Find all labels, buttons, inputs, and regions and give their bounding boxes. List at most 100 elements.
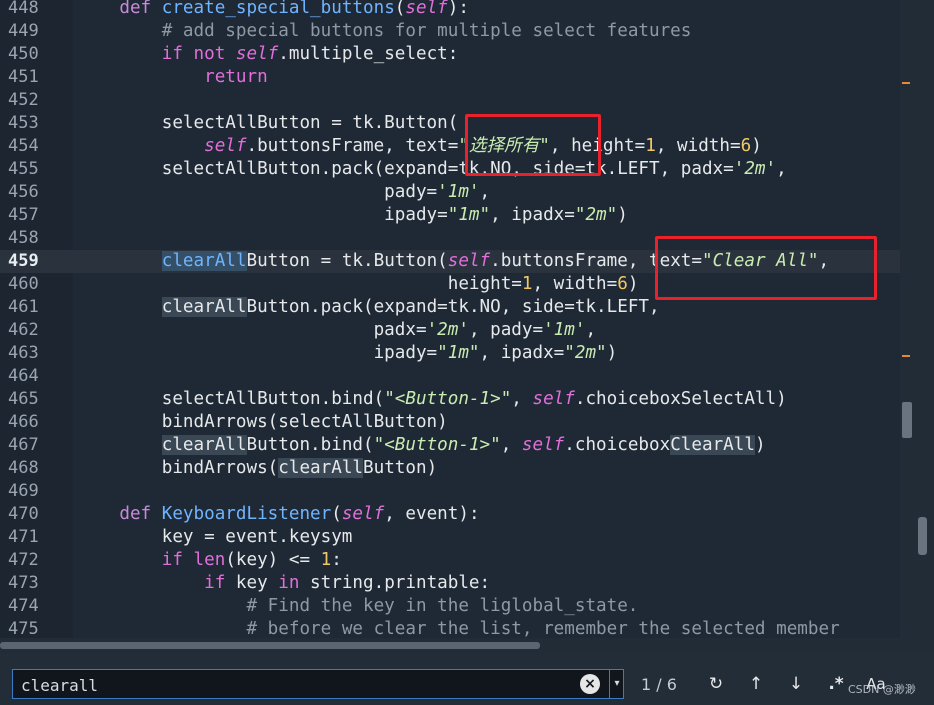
code-line[interactable]: 461 clearAllButton.pack(expand=tk.NO, si… xyxy=(0,296,900,319)
code-line[interactable]: 451 return xyxy=(0,66,900,89)
code-line[interactable]: 458 xyxy=(0,227,900,250)
regex-icon[interactable]: .* xyxy=(822,670,850,698)
code-line[interactable]: 463 ipady="1m", ipadx="2m") xyxy=(0,342,900,365)
code-line[interactable]: 464 xyxy=(0,365,900,388)
code-token: ) xyxy=(606,343,618,363)
code-line[interactable]: 456 pady='1m', xyxy=(0,181,900,204)
code-line[interactable]: 468 bindArrows(clearAllButton) xyxy=(0,457,900,480)
code-token: bindArrows(selectAllButton) xyxy=(77,412,448,432)
code-token: "2m" xyxy=(564,343,607,363)
replace-icon[interactable]: ↻ xyxy=(702,670,730,698)
code-line[interactable]: 454 self.buttonsFrame, text="选择所有", heig… xyxy=(0,135,900,158)
line-number: 471 xyxy=(8,527,39,547)
code-line[interactable]: 452 xyxy=(0,89,900,112)
code-text: clearAllButton.bind("<Button-1>", self.c… xyxy=(77,434,766,457)
scrollbar-corner xyxy=(900,638,934,654)
code-line[interactable]: 455 selectAllButton.pack(expand=tk.NO, s… xyxy=(0,158,900,181)
code-token: .buttonsFrame, text= xyxy=(490,251,702,271)
code-token: self xyxy=(204,136,247,156)
scrollbar-thumb[interactable] xyxy=(918,517,927,555)
code-line[interactable]: 465 selectAllButton.bind("<Button-1>", s… xyxy=(0,388,900,411)
overview-thumb[interactable] xyxy=(902,402,912,438)
code-token: clearAll xyxy=(161,297,247,317)
code-token: Button) xyxy=(363,458,438,478)
code-token: , xyxy=(818,251,830,271)
find-next-icon[interactable]: ↓ xyxy=(782,670,810,698)
code-line[interactable]: 457 ipady="1m", ipadx="2m") xyxy=(0,204,900,227)
code-text: height=1, width=6) xyxy=(77,273,639,296)
code-text: pady='1m', xyxy=(77,181,490,204)
vertical-scrollbar[interactable] xyxy=(900,0,934,638)
find-previous-icon[interactable]: ↑ xyxy=(742,670,770,698)
code-token: .choicebox xyxy=(564,435,671,455)
code-text: # Find the key in the liglobal_state. xyxy=(77,595,638,618)
line-number: 472 xyxy=(8,550,39,570)
code-token: .multiple_select: xyxy=(278,44,459,64)
code-line[interactable]: 475 # before we clear the list, remember… xyxy=(0,618,900,638)
code-token: Button = tk.Button( xyxy=(246,251,448,271)
search-history-dropdown-icon[interactable]: ▾ xyxy=(609,670,624,698)
code-editor[interactable]: 448 def create_special_buttons(self): 449… xyxy=(0,0,900,638)
code-line[interactable]: 462 padx='2m', pady='1m', xyxy=(0,319,900,342)
code-line[interactable]: 449 # add special buttons for multiple s… xyxy=(0,20,900,43)
clear-search-icon[interactable]: × xyxy=(580,674,600,694)
code-line[interactable]: 453 selectAllButton = tk.Button( xyxy=(0,112,900,135)
scroll-marker xyxy=(902,82,910,84)
code-token: if xyxy=(204,573,236,593)
code-token: , ipadx= xyxy=(479,343,565,363)
code-area[interactable]: 448 def create_special_buttons(self): 449… xyxy=(0,0,900,638)
code-token: "2m" xyxy=(574,205,618,225)
code-text: self.buttonsFrame, text="选择所有", height=1… xyxy=(77,135,762,158)
code-token: , xyxy=(585,320,597,340)
horizontal-scrollbar-thumb[interactable] xyxy=(0,642,540,649)
line-number: 450 xyxy=(8,44,39,64)
code-line[interactable]: 471 key = event.keysym xyxy=(0,526,900,549)
code-line[interactable]: 473 if key in string.printable: xyxy=(0,572,900,595)
code-text: ipady="1m", ipadx="2m") xyxy=(77,204,628,227)
code-token: selectAllButton.pack(expand=tk.NO, side=… xyxy=(77,159,734,179)
find-input[interactable] xyxy=(19,672,573,698)
code-line[interactable]: 467 clearAllButton.bind("<Button-1>", se… xyxy=(0,434,900,457)
find-input-container[interactable]: × ▾ xyxy=(12,669,624,699)
code-text: selectAllButton.pack(expand=tk.NO, side=… xyxy=(77,158,787,181)
code-line[interactable]: 450 if not self.multiple_select: xyxy=(0,43,900,66)
code-token: ( xyxy=(394,0,406,18)
line-number: 463 xyxy=(8,343,39,363)
code-text: clearAllButton.pack(expand=tk.NO, side=t… xyxy=(77,296,660,319)
code-token: , event): xyxy=(384,504,480,524)
code-token: self xyxy=(341,504,385,524)
code-token: "1m" xyxy=(437,343,480,363)
code-line[interactable]: 460 height=1, width=6) xyxy=(0,273,900,296)
code-line[interactable]: 459 clearAllButton = tk.Button(self.butt… xyxy=(0,250,900,273)
code-token: len xyxy=(193,550,226,570)
code-line[interactable]: 470 def KeyboardListener(self, event): xyxy=(0,503,900,526)
code-line[interactable]: 466 bindArrows(selectAllButton) xyxy=(0,411,900,434)
code-token: "Clear All" xyxy=(702,251,819,271)
line-number: 466 xyxy=(8,412,39,432)
code-text: # add special buttons for multiple selec… xyxy=(77,20,692,43)
code-line[interactable]: 448 def create_special_buttons(self): xyxy=(0,0,900,20)
line-number: 448 xyxy=(8,0,39,18)
code-line[interactable]: 474 # Find the key in the liglobal_state… xyxy=(0,595,900,618)
code-token: KeyboardListener xyxy=(161,504,332,524)
horizontal-scrollbar[interactable] xyxy=(0,638,900,654)
code-token: , width= xyxy=(655,136,741,156)
code-token: Button.bind( xyxy=(246,435,374,455)
code-token: bindArrows( xyxy=(77,458,279,478)
code-token: if not xyxy=(161,44,236,64)
line-number: 459 xyxy=(8,251,39,271)
line-number: 453 xyxy=(8,113,39,133)
code-token: "<Button-1>" xyxy=(384,389,512,409)
watermark: CSDN @渺渺 xyxy=(848,683,916,696)
code-token: pady= xyxy=(77,182,438,202)
code-line[interactable]: 472 if len(key) <= 1: xyxy=(0,549,900,572)
code-token: clearAll xyxy=(278,458,364,478)
code-text: padx='2m', pady='1m', xyxy=(77,319,596,342)
code-line[interactable]: 469 xyxy=(0,480,900,503)
code-token: return xyxy=(204,67,268,87)
